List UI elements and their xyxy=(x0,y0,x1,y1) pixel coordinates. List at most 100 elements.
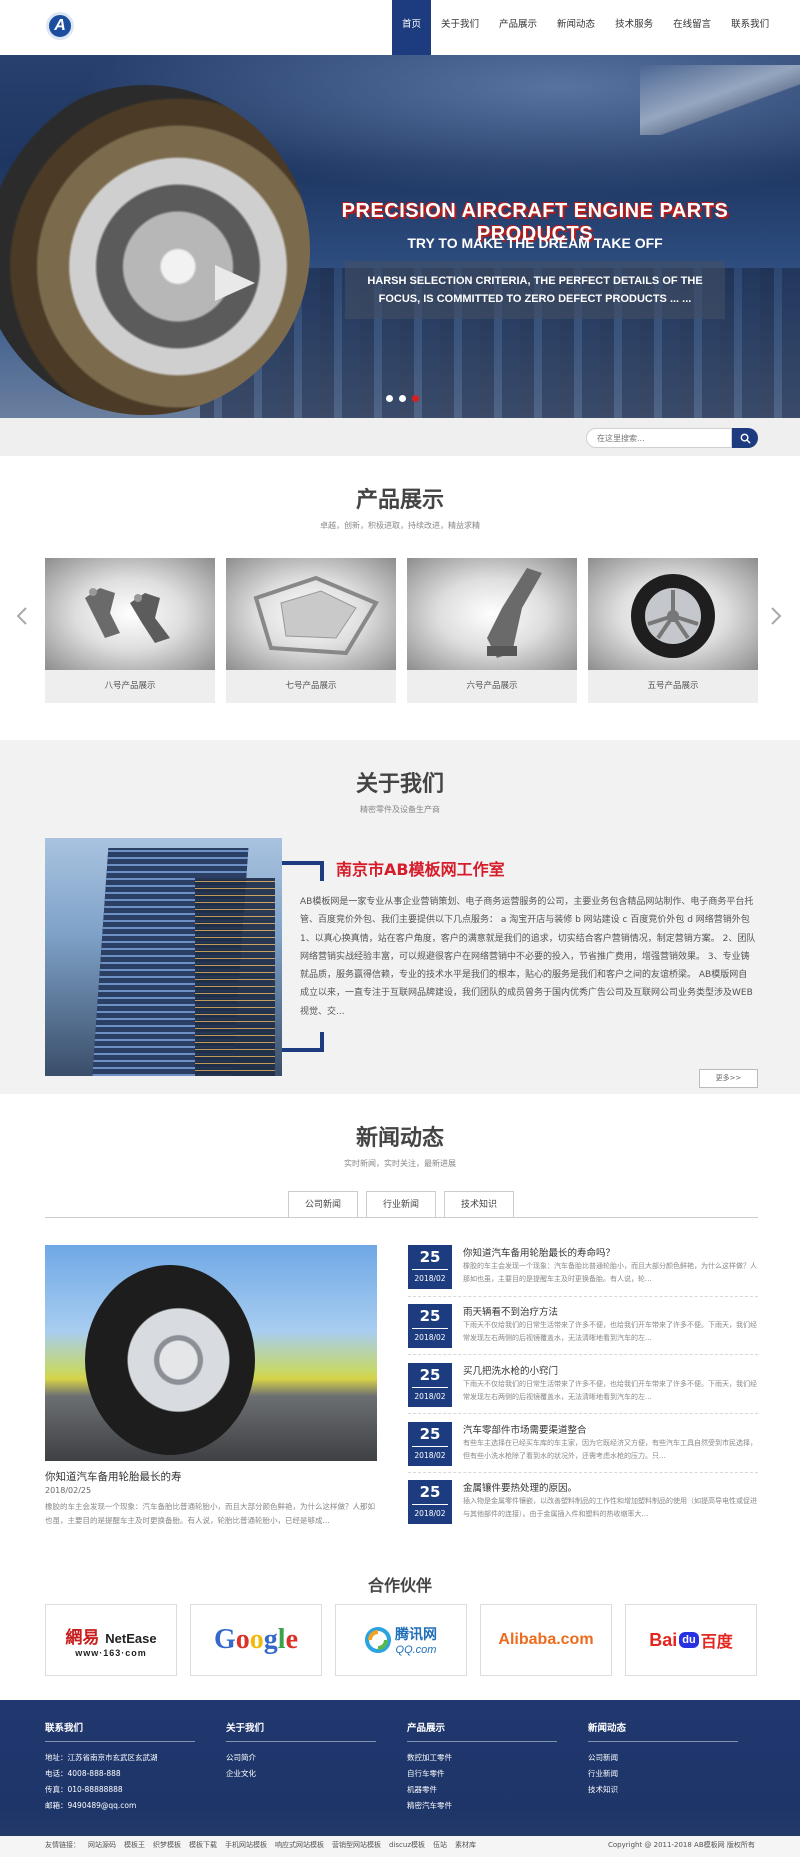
partner-logo-alibaba[interactable]: Alibaba.com xyxy=(480,1604,612,1676)
search-button[interactable] xyxy=(732,428,758,448)
qq-url: QQ.com xyxy=(395,1644,437,1656)
news-separator xyxy=(408,1413,758,1414)
next-arrow-icon[interactable] xyxy=(770,606,784,626)
friend-link[interactable]: 伍站 xyxy=(433,1840,447,1850)
products-subtitle: 卓越，创新，积极进取，持续改进，精益求精 xyxy=(320,521,480,530)
news-item-title[interactable]: 汽车零部件市场需要渠道整合 xyxy=(463,1422,587,1436)
news-feature-image[interactable] xyxy=(45,1245,377,1461)
friend-link[interactable]: 模板下载 xyxy=(189,1840,217,1850)
tab-industry-news[interactable]: 行业新闻 xyxy=(366,1191,436,1217)
qq-cn: 腾讯网 xyxy=(395,1627,437,1643)
slider-dots xyxy=(386,395,419,402)
partners-title: 合作伙伴 xyxy=(367,1576,432,1595)
product-image xyxy=(407,558,577,670)
footer-link[interactable]: 机器零件 xyxy=(407,1782,557,1798)
alibaba-wordmark: Alibaba.com xyxy=(498,1631,594,1648)
footer-link[interactable]: 技术知识 xyxy=(588,1782,738,1798)
footer-link[interactable]: 行业新闻 xyxy=(588,1766,738,1782)
partner-logo-netease[interactable]: 網易 NetEase www·163·com xyxy=(45,1604,177,1676)
friend-link[interactable]: 响应式网站模板 xyxy=(275,1840,324,1850)
slider-dot-2[interactable] xyxy=(399,395,406,402)
friend-link[interactable]: 营销型网站模板 xyxy=(332,1840,381,1850)
about-text: AB模板网是一家专业从事企业营销策划、电子商务运营服务的公司，主要业务包含精品网… xyxy=(300,897,756,1017)
slider-dot-1[interactable] xyxy=(386,395,393,402)
nav-message[interactable]: 在线留言 xyxy=(663,0,721,55)
product-label: 六号产品展示 xyxy=(466,681,518,691)
news-day: 25 xyxy=(412,1304,448,1329)
news-list-item[interactable]: 25 2018/02 买几把洗水枪的小窍门 下雨天不仅给我们的日常生活带来了许多不… xyxy=(408,1363,758,1411)
search-input[interactable] xyxy=(586,428,732,448)
news-date-badge: 25 2018/02 xyxy=(408,1304,452,1348)
nav-contact[interactable]: 联系我们 xyxy=(721,0,779,55)
tab-company-news[interactable]: 公司新闻 xyxy=(288,1191,358,1217)
friend-link[interactable]: 网站源码 xyxy=(88,1840,116,1850)
news-item-desc: 插入物是金属零件镶嵌，以改善塑料制品的工作性和增加塑料制品的使用（如提高导电性或… xyxy=(463,1497,757,1518)
footer-link[interactable]: 数控加工零件 xyxy=(407,1750,557,1766)
nav-products[interactable]: 产品展示 xyxy=(489,0,547,55)
product-image xyxy=(45,558,215,670)
partner-logo-qq[interactable]: 腾讯网 QQ.com xyxy=(335,1604,467,1676)
footer-products-title: 产品展示 xyxy=(407,1720,557,1742)
news-title: 新闻动态 xyxy=(355,1126,444,1151)
news-item-title[interactable]: 你知道汽车备用轮胎最长的寿命吗？ xyxy=(463,1245,615,1259)
more-button[interactable]: 更多>> xyxy=(699,1069,758,1088)
footer-products: 产品展示 数控加工零件 自行车零件 机器零件 精密汽车零件 xyxy=(407,1720,557,1814)
friend-link[interactable]: 模板王 xyxy=(124,1840,145,1850)
building-image xyxy=(45,838,282,1076)
partner-logo-google[interactable]: Google xyxy=(190,1604,322,1676)
footer-link[interactable]: 自行车零件 xyxy=(407,1766,557,1782)
partner-logo-baidu[interactable]: Bai du 百度 xyxy=(625,1604,757,1676)
friend-links: 友情链接： 网站源码 模板王 织梦模板 模板下载 手机网站模板 响应式网站模板 … xyxy=(45,1840,476,1850)
nav-about[interactable]: 关于我们 xyxy=(431,0,489,55)
footer-fax: 传真：010-88888888 xyxy=(45,1785,123,1794)
footer-link[interactable]: 精密汽车零件 xyxy=(407,1798,557,1814)
baidu-cn: 百度 xyxy=(700,1632,733,1651)
prev-arrow-icon[interactable] xyxy=(16,606,30,626)
engine-cone xyxy=(215,265,255,301)
tab-tech-knowledge[interactable]: 技术知识 xyxy=(444,1191,514,1217)
tire-image xyxy=(85,1265,255,1455)
news-tabs: 公司新闻 行业新闻 技术知识 xyxy=(288,1191,514,1217)
friend-link[interactable]: 手机网站模板 xyxy=(225,1840,267,1850)
news-day: 25 xyxy=(412,1363,448,1388)
product-card[interactable]: 八号产品展示 xyxy=(45,558,215,703)
friend-link[interactable]: discuz模板 xyxy=(389,1840,425,1850)
product-card[interactable]: 六号产品展示 xyxy=(407,558,577,703)
news-item-title[interactable]: 金属镶件要热处理的原因。 xyxy=(463,1480,577,1494)
news-list-item[interactable]: 25 2018/02 你知道汽车备用轮胎最长的寿命吗？ 橡胶的车主会发现一个现象：… xyxy=(408,1245,758,1293)
friend-link[interactable]: 素材库 xyxy=(455,1840,476,1850)
slider-dot-3[interactable] xyxy=(412,395,419,402)
product-label: 八号产品展示 xyxy=(104,681,156,691)
footer-link[interactable]: 公司简介 xyxy=(226,1750,376,1766)
site-logo[interactable]: A xyxy=(46,12,74,40)
news-list-item[interactable]: 25 2018/02 汽车零部件市场需要渠道整合 有些车主选择在已经买车库的车主家… xyxy=(408,1422,758,1470)
news-item-title[interactable]: 雨天辆看不到治疗方法 xyxy=(463,1304,558,1318)
news-item-desc: 橡胶的车主会发现一个现象：汽车备胎比普通轮胎小，而且大部分颜色鲜艳，为什么这样做… xyxy=(463,1262,757,1283)
news-day: 25 xyxy=(412,1245,448,1270)
nav-news[interactable]: 新闻动态 xyxy=(547,0,605,55)
news-day: 25 xyxy=(412,1480,448,1505)
footer-email: 邮箱：9490489@qq.com xyxy=(45,1801,137,1810)
netease-en: NetEase xyxy=(105,1630,157,1646)
netease-url: www·163·com xyxy=(75,1647,147,1658)
footer-phone: 电话：4008-888-888 xyxy=(45,1769,121,1778)
news-item-title[interactable]: 买几把洗水枪的小窍门 xyxy=(463,1363,558,1377)
main-nav: 首页 关于我们 产品展示 新闻动态 技术服务 在线留言 联系我们 xyxy=(392,0,779,55)
news-list-item[interactable]: 25 2018/02 雨天辆看不到治疗方法 下雨天不仅给我们的日常生活带来了许多不… xyxy=(408,1304,758,1352)
news-feature-title[interactable]: 你知道汽车备用轮胎最长的寿 xyxy=(45,1469,182,1484)
building-tower-2 xyxy=(195,878,275,1076)
footer-link[interactable]: 企业文化 xyxy=(226,1766,376,1782)
nav-tech-service[interactable]: 技术服务 xyxy=(605,0,663,55)
friend-link[interactable]: 织梦模板 xyxy=(153,1840,181,1850)
news-year-month: 2018/02 xyxy=(414,1333,446,1342)
product-image xyxy=(588,558,758,670)
baidu-du: du xyxy=(679,1632,699,1648)
news-list-item[interactable]: 25 2018/02 金属镶件要热处理的原因。 插入物是金属零件镶嵌，以改善塑料制… xyxy=(408,1480,758,1528)
copyright: Copyright @ 2011-2018 AB模板网 版权所有 xyxy=(608,1841,755,1849)
product-card[interactable]: 七号产品展示 xyxy=(226,558,396,703)
baidu-en: Bai xyxy=(649,1629,678,1650)
nav-home[interactable]: 首页 xyxy=(392,0,432,55)
product-card[interactable]: 五号产品展示 xyxy=(588,558,758,703)
about-heading: 南京市AB模板网工作室 xyxy=(336,860,505,879)
footer-link[interactable]: 公司新闻 xyxy=(588,1750,738,1766)
